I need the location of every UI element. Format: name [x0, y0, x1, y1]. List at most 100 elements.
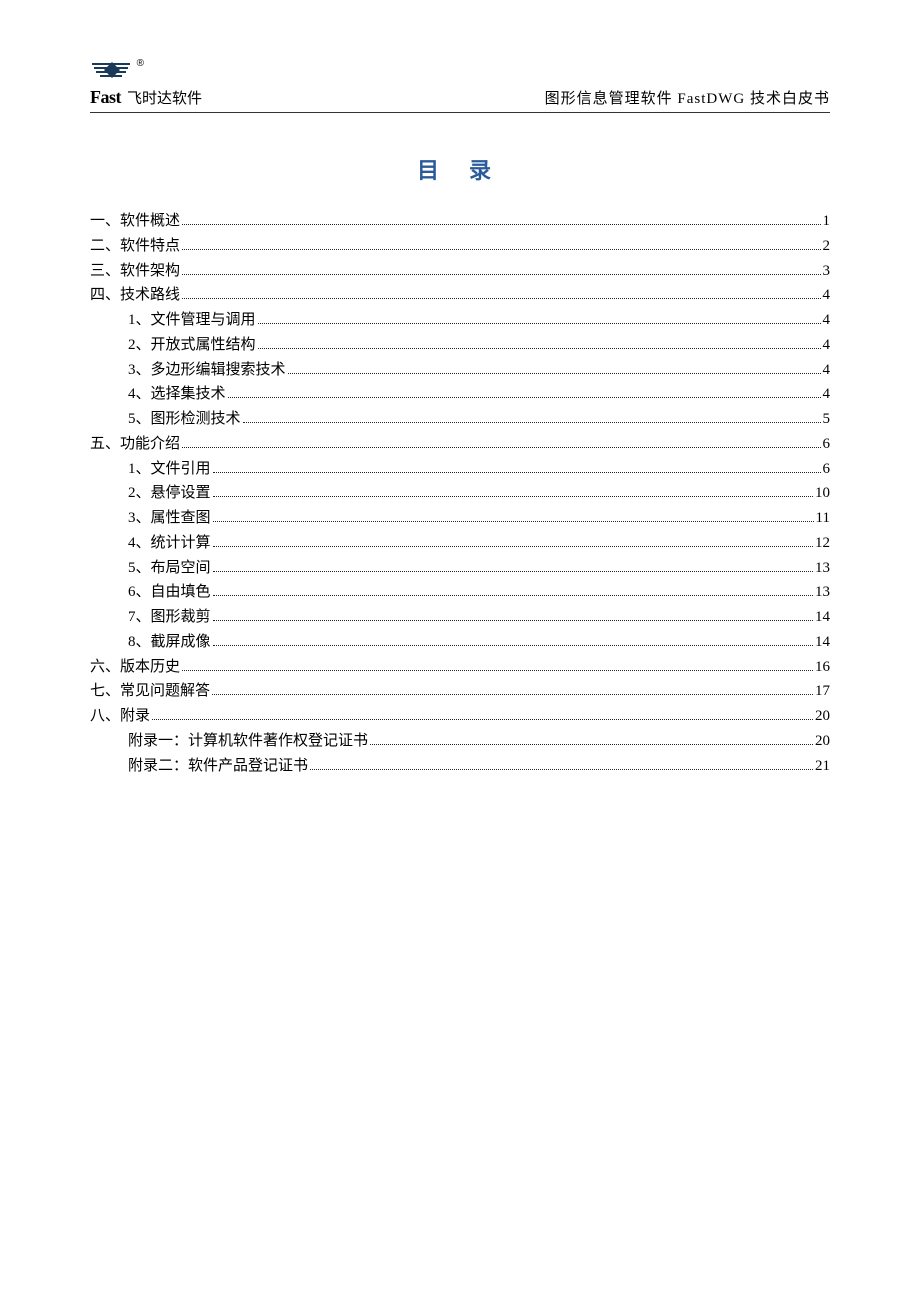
toc-leader-dots — [213, 634, 813, 646]
toc-entry[interactable]: 3、多边形编辑搜索技术 4 — [90, 358, 830, 383]
toc-leader-dots — [213, 560, 813, 572]
toc-entry[interactable]: 2、悬停设置 10 — [90, 481, 830, 506]
toc-entry-label: 4、选择集技术 — [128, 382, 226, 407]
toc-entry-page: 11 — [816, 506, 830, 531]
toc-leader-dots — [182, 659, 813, 671]
toc-entry[interactable]: 四、技术路线 4 — [90, 283, 830, 308]
toc-entry[interactable]: 附录二：软件产品登记证书 21 — [90, 754, 830, 779]
toc-entry[interactable]: 7、图形裁剪 14 — [90, 605, 830, 630]
toc-entry-label: 5、布局空间 — [128, 556, 211, 581]
toc-entry[interactable]: 六、版本历史 16 — [90, 655, 830, 680]
toc-entry-page: 4 — [823, 283, 831, 308]
toc-entry-label: 一、软件概述 — [90, 209, 180, 234]
toc-entry-page: 20 — [815, 729, 830, 754]
toc-entry-page: 13 — [815, 556, 830, 581]
toc-entry-label: 7、图形裁剪 — [128, 605, 211, 630]
toc-entry-page: 14 — [815, 605, 830, 630]
toc-entry-label: 附录一：计算机软件著作权登记证书 — [128, 729, 368, 754]
toc-entry[interactable]: 三、软件架构 3 — [90, 259, 830, 284]
toc-leader-dots — [213, 510, 814, 522]
toc-entry[interactable]: 5、布局空间 13 — [90, 556, 830, 581]
toc-leader-dots — [213, 609, 813, 621]
brand-name-cn: 飞时达软件 — [127, 87, 202, 108]
toc-entry-page: 20 — [815, 704, 830, 729]
toc-entry-label: 3、属性查图 — [128, 506, 211, 531]
toc-entry[interactable]: 5、图形检测技术 5 — [90, 407, 830, 432]
brand-logo-block: ® Fast 飞时达软件 — [90, 60, 202, 108]
toc-leader-dots — [258, 337, 821, 349]
toc-entry-label: 四、技术路线 — [90, 283, 180, 308]
toc-entry-page: 6 — [823, 457, 831, 482]
toc-entry-label: 1、文件引用 — [128, 457, 211, 482]
toc-leader-dots — [152, 708, 813, 720]
toc-entry-page: 14 — [815, 630, 830, 655]
toc-entry-page: 10 — [815, 481, 830, 506]
toc-entry[interactable]: 1、文件引用 6 — [90, 457, 830, 482]
toc-entry-page: 21 — [815, 754, 830, 779]
toc-entry[interactable]: 二、软件特点 2 — [90, 234, 830, 259]
toc-entry-page: 4 — [823, 382, 831, 407]
document-title: 图形信息管理软件 FastDWG 技术白皮书 — [545, 87, 830, 108]
toc-entry-page: 2 — [823, 234, 831, 259]
toc-leader-dots — [182, 213, 820, 225]
registered-mark: ® — [137, 58, 144, 69]
toc-entry-label: 七、常见问题解答 — [90, 679, 210, 704]
fast-logo-icon: ® — [90, 60, 134, 85]
toc-entry-label: 三、软件架构 — [90, 259, 180, 284]
toc-entry[interactable]: 一、软件概述1 — [90, 209, 830, 234]
toc-entry-page: 6 — [823, 432, 831, 457]
toc-heading: 目 录 — [90, 153, 830, 185]
toc-leader-dots — [182, 287, 820, 299]
toc-entry-label: 5、图形检测技术 — [128, 407, 241, 432]
toc-entry-label: 1、文件管理与调用 — [128, 308, 256, 333]
toc-entry[interactable]: 8、截屏成像 14 — [90, 630, 830, 655]
toc-entry-page: 17 — [815, 679, 830, 704]
brand-name-row: Fast 飞时达软件 — [90, 87, 202, 108]
toc-entry[interactable]: 八、附录 20 — [90, 704, 830, 729]
toc-leader-dots — [213, 485, 813, 497]
toc-list: 一、软件概述1二、软件特点2三、软件架构3四、技术路线41、文件管理与调用42、… — [90, 209, 830, 778]
toc-entry[interactable]: 附录一：计算机软件著作权登记证书 20 — [90, 729, 830, 754]
page-header: ® Fast 飞时达软件 图形信息管理软件 FastDWG 技术白皮书 — [90, 60, 830, 113]
toc-entry-page: 13 — [815, 580, 830, 605]
toc-entry-page: 5 — [823, 407, 831, 432]
toc-leader-dots — [212, 683, 813, 695]
toc-entry-label: 2、悬停设置 — [128, 481, 211, 506]
toc-leader-dots — [310, 758, 813, 770]
toc-leader-dots — [213, 584, 813, 596]
toc-entry-label: 八、附录 — [90, 704, 150, 729]
toc-entry[interactable]: 五、功能介绍 6 — [90, 432, 830, 457]
toc-entry-page: 4 — [823, 333, 831, 358]
toc-leader-dots — [213, 535, 813, 547]
toc-entry-page: 12 — [815, 531, 830, 556]
toc-entry-label: 二、软件特点 — [90, 234, 180, 259]
toc-entry[interactable]: 1、文件管理与调用 4 — [90, 308, 830, 333]
toc-entry-label: 附录二：软件产品登记证书 — [128, 754, 308, 779]
toc-leader-dots — [182, 238, 820, 250]
toc-entry[interactable]: 4、选择集技术 4 — [90, 382, 830, 407]
toc-leader-dots — [213, 461, 821, 473]
toc-entry-page: 3 — [823, 259, 831, 284]
toc-leader-dots — [182, 436, 820, 448]
toc-entry[interactable]: 七、常见问题解答 17 — [90, 679, 830, 704]
brand-name-en: Fast — [90, 87, 121, 108]
toc-entry-label: 五、功能介绍 — [90, 432, 180, 457]
toc-entry-label: 4、统计计算 — [128, 531, 211, 556]
toc-entry-page: 4 — [823, 358, 831, 383]
toc-entry[interactable]: 4、统计计算 12 — [90, 531, 830, 556]
toc-entry-label: 8、截屏成像 — [128, 630, 211, 655]
toc-entry-page: 4 — [823, 308, 831, 333]
toc-entry-label: 6、自由填色 — [128, 580, 211, 605]
toc-entry[interactable]: 2、开放式属性结构4 — [90, 333, 830, 358]
toc-entry-page: 16 — [815, 655, 830, 680]
toc-leader-dots — [258, 312, 821, 324]
toc-entry-label: 六、版本历史 — [90, 655, 180, 680]
toc-entry-label: 3、多边形编辑搜索技术 — [128, 358, 286, 383]
toc-leader-dots — [288, 362, 821, 374]
toc-leader-dots — [182, 263, 820, 275]
toc-entry[interactable]: 6、自由填色 13 — [90, 580, 830, 605]
toc-leader-dots — [243, 411, 821, 423]
toc-entry[interactable]: 3、属性查图 11 — [90, 506, 830, 531]
toc-leader-dots — [370, 733, 813, 745]
toc-leader-dots — [228, 386, 821, 398]
